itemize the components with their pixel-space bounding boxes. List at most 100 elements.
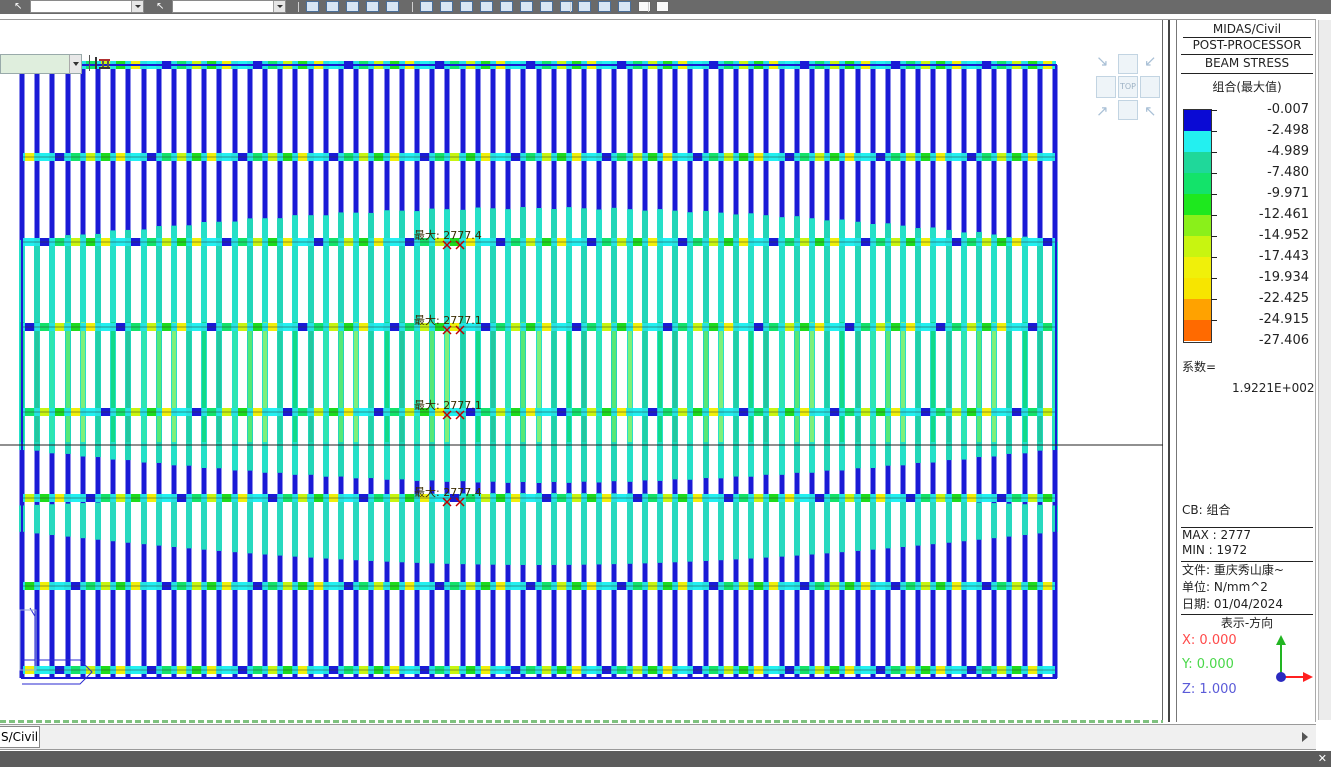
cb-label: CB: 组合 <box>1182 503 1231 517</box>
window-icon[interactable] <box>656 1 669 12</box>
z-direction-value: Z: 1.000 <box>1182 682 1237 697</box>
stress-band-core <box>430 322 434 442</box>
tab-scroll-right-icon[interactable] <box>1302 732 1308 742</box>
view-icon[interactable] <box>540 1 553 12</box>
close-icon[interactable]: ✕ <box>1318 753 1327 765</box>
element-icon[interactable] <box>598 1 611 12</box>
toolbar-combo-2[interactable] <box>172 0 286 13</box>
view-icon[interactable] <box>560 1 573 12</box>
view-cube-left[interactable] <box>1096 76 1116 98</box>
view-cube[interactable]: TOP ↘ ↙ ↗ ↖ <box>1094 52 1162 122</box>
stress-band <box>95 502 101 540</box>
rotate-icon[interactable] <box>460 1 473 12</box>
stress-band <box>748 495 754 559</box>
scale-swatch <box>1184 236 1211 257</box>
stress-band-core <box>612 322 616 442</box>
stress-band <box>520 493 526 565</box>
grid-icon[interactable] <box>638 1 651 12</box>
undo-icon[interactable] <box>500 1 513 12</box>
chevron-down-icon[interactable] <box>273 1 285 12</box>
line-icon[interactable] <box>386 1 399 12</box>
stress-band-core <box>142 322 146 442</box>
view-cube-right[interactable] <box>1140 76 1160 98</box>
scale-swatch <box>1184 152 1211 173</box>
view-cube-front[interactable] <box>1118 100 1138 120</box>
scale-tick <box>1211 320 1217 321</box>
group-tool-icon[interactable] <box>94 55 112 71</box>
stress-band <box>991 503 997 539</box>
chevron-down-icon[interactable] <box>69 55 81 73</box>
select-arrow-icon[interactable] <box>306 1 319 12</box>
stress-band <box>414 493 420 563</box>
frame-icon[interactable] <box>480 1 493 12</box>
panel-divider[interactable] <box>1168 20 1170 722</box>
view-cube-back[interactable] <box>1118 54 1138 74</box>
toolbar-separator <box>412 2 413 12</box>
max-marker-label: 最大: 2777.1 <box>414 313 482 327</box>
toolbar-combo-1[interactable] <box>30 0 144 13</box>
display-icon[interactable] <box>520 1 533 12</box>
arrow-icon[interactable]: ↙ <box>1144 54 1157 69</box>
min-label: MIN : 1972 <box>1182 543 1248 557</box>
copy-icon[interactable] <box>618 1 631 12</box>
stress-band-core <box>582 322 586 442</box>
scale-swatch <box>1184 257 1211 278</box>
right-scrollbar[interactable] <box>1318 20 1331 720</box>
toolbar-separator <box>298 2 299 12</box>
select-arrow-icon[interactable]: ↖ <box>156 1 166 12</box>
factor-label: 系数= <box>1182 360 1217 374</box>
stress-band <box>627 493 633 564</box>
node-icon[interactable] <box>578 1 591 12</box>
toolbar-separator <box>570 2 571 12</box>
stress-band <box>915 500 921 546</box>
stress-band <box>566 493 572 565</box>
scale-swatch <box>1184 299 1211 320</box>
model-viewport[interactable]: 最大: 2777.4 最大: 2777.1 最大: 2777.1 最大: 2777.4… <box>0 20 1163 722</box>
scale-tick <box>1211 152 1217 153</box>
arrow-icon[interactable]: ↘ <box>1096 54 1109 69</box>
beam-stress-contour-plot[interactable]: 最大: 2777.4 最大: 2777.1 最大: 2777.1 最大: 2777.4 <box>0 20 1163 722</box>
stress-band <box>171 499 177 548</box>
arrow-icon[interactable]: ↖ <box>1144 104 1157 119</box>
stress-band-core <box>810 322 814 442</box>
stress-band <box>672 494 678 563</box>
play-icon[interactable] <box>420 1 433 12</box>
view-cube-top[interactable]: TOP <box>1118 76 1138 98</box>
select-arrow-icon[interactable] <box>326 1 339 12</box>
stress-band <box>247 497 253 554</box>
chevron-down-icon[interactable] <box>131 1 143 12</box>
zoom-window-icon[interactable] <box>346 1 359 12</box>
stress-band <box>642 493 648 564</box>
stress-band <box>308 495 314 558</box>
stress-band-core <box>339 322 343 442</box>
stress-band-core <box>825 322 829 442</box>
scale-swatch <box>1184 173 1211 194</box>
stress-band <box>961 501 967 542</box>
stress-band <box>338 495 344 560</box>
stress-band <box>870 498 876 550</box>
combination-header: 组合(最大值) <box>1212 80 1282 94</box>
stress-band-core <box>50 322 54 442</box>
arrow-icon[interactable]: ↗ <box>1096 104 1109 119</box>
group-select[interactable] <box>0 54 82 74</box>
stress-band <box>581 493 587 565</box>
stress-band-core <box>506 322 510 442</box>
print-icon[interactable] <box>440 1 453 12</box>
axis-triad-icon <box>1276 635 1313 682</box>
stress-band <box>824 497 830 554</box>
stress-band <box>763 495 769 558</box>
stress-band-core <box>962 322 966 442</box>
zoom-fit-icon[interactable] <box>366 1 379 12</box>
scale-tick <box>1211 257 1217 258</box>
scale-tick <box>1211 173 1217 174</box>
stress-band <box>505 493 511 565</box>
stress-band <box>976 502 982 540</box>
stress-band-core <box>35 322 39 442</box>
stress-band-core <box>704 322 708 442</box>
tab-midas-civil[interactable]: S/Civil <box>0 726 40 748</box>
select-arrow-icon[interactable]: ↖ <box>14 1 24 12</box>
stress-band-core <box>400 322 404 442</box>
status-bar: ✕ <box>0 751 1331 767</box>
legend-divider <box>1181 614 1313 615</box>
stress-band <box>536 493 542 565</box>
